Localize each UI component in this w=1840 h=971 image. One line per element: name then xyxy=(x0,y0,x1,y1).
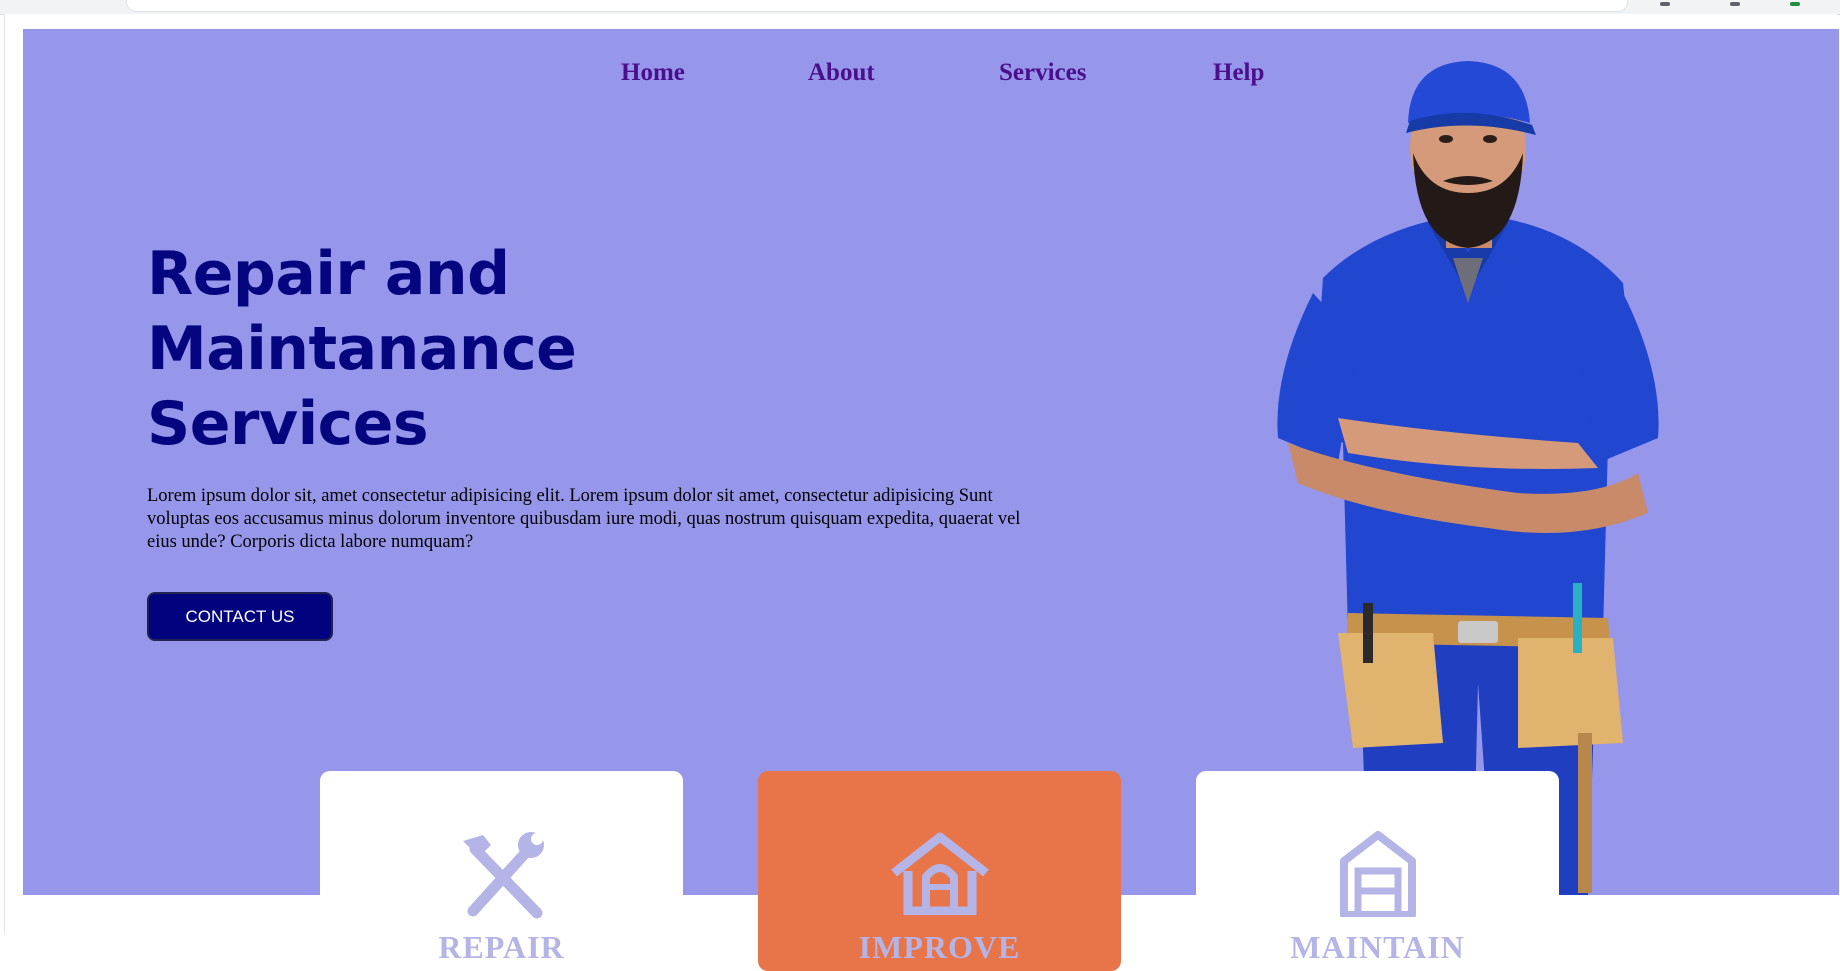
hero-section: Home About Services Help Repair and Main… xyxy=(23,29,1839,895)
hero-title: Repair and Maintanance Services xyxy=(147,239,577,459)
house-icon xyxy=(890,832,989,915)
browser-address-bar[interactable] xyxy=(126,0,1628,12)
profile-icon[interactable] xyxy=(1790,2,1800,6)
download-icon[interactable] xyxy=(1730,2,1740,6)
improve-card[interactable]: IMPROVE xyxy=(758,771,1121,971)
nav-services-link[interactable]: Services xyxy=(999,59,1086,87)
extension-icon[interactable] xyxy=(1660,2,1670,6)
handyman-worker-image xyxy=(1277,61,1659,895)
tools-icon xyxy=(462,832,544,919)
page: Home About Services Help Repair and Main… xyxy=(4,14,1839,971)
hero-description: Lorem ipsum dolor sit, amet consectetur … xyxy=(147,486,1021,552)
maintain-card-label: MAINTAIN xyxy=(1290,929,1465,965)
garage-icon xyxy=(1339,831,1416,917)
browser-toolbar xyxy=(0,0,1840,15)
repair-card-label: REPAIR xyxy=(438,929,565,965)
improve-card-label: IMPROVE xyxy=(858,929,1021,965)
nav-home-link[interactable]: Home xyxy=(621,59,685,87)
repair-card[interactable]: REPAIR xyxy=(320,771,683,971)
maintain-card[interactable]: MAINTAIN xyxy=(1196,771,1559,971)
nav-about-link[interactable]: About xyxy=(808,59,875,87)
contact-us-button[interactable]: CONTACT US xyxy=(147,592,333,641)
